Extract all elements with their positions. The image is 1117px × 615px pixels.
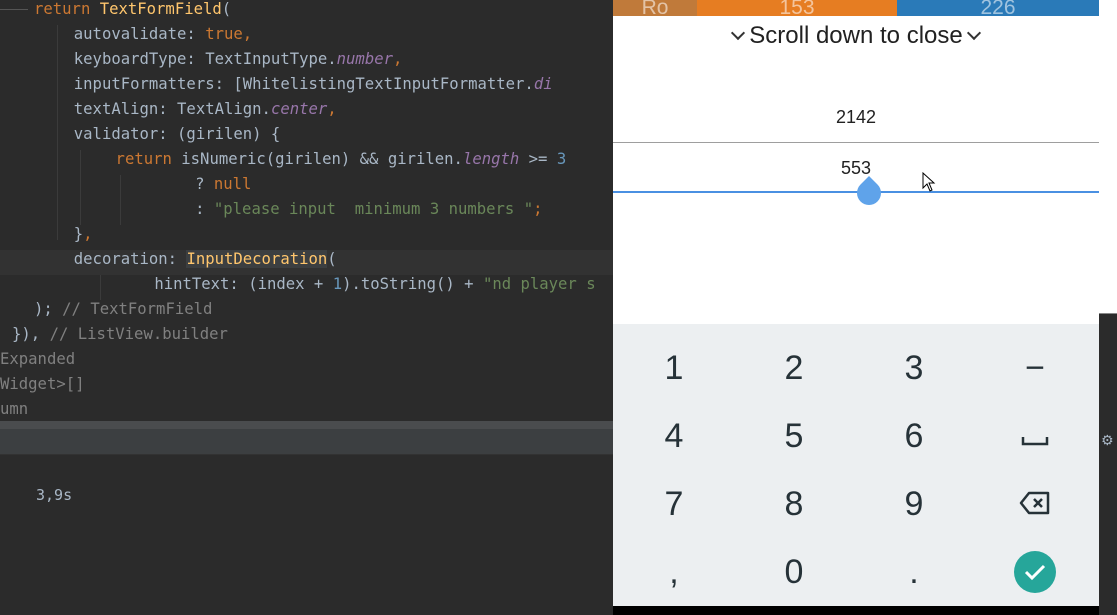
key-label: . (909, 552, 919, 591)
code-token: null (213, 175, 252, 193)
digit-key-0[interactable]: 0 (739, 542, 849, 602)
code-token: inputFormatters: [WhitelistingTextInputF… (55, 75, 534, 93)
code-token: ; (533, 200, 543, 218)
code-editor[interactable]: return TextFormField( autovalidate: true… (0, 0, 613, 421)
digit-key-7[interactable]: 7 (619, 474, 729, 534)
code-token: ); (34, 300, 63, 318)
code-token: ? (120, 175, 214, 193)
code-token: Widget>[] (0, 375, 85, 393)
code-token: number (336, 50, 393, 68)
digit-key-3[interactable]: 3 (859, 338, 969, 398)
key-label: , (669, 552, 679, 591)
chevron-down-icon (731, 25, 746, 41)
table-cell: Ro (613, 0, 697, 16)
code-token: ).toString() + (342, 275, 483, 293)
key-label: 1 (664, 348, 684, 387)
key-label: 6 (904, 416, 924, 455)
key-label: 8 (784, 484, 804, 523)
minus-key[interactable]: − (980, 338, 1090, 398)
code-token: , (393, 50, 403, 68)
space-key[interactable] (980, 406, 1090, 466)
code-token: "please input minimum 3 numbers " (213, 200, 534, 218)
player-2-input[interactable]: 553 (613, 158, 1099, 179)
run-elapsed-time: 3,9s (36, 486, 73, 504)
emulator-frame-edge (1099, 0, 1117, 314)
input-underline (613, 142, 1099, 143)
key-label: 3 (904, 348, 924, 387)
run-panel: 3,9s (0, 455, 613, 615)
digit-key-4[interactable]: 4 (619, 406, 729, 466)
key-label: 4 (664, 416, 684, 455)
code-token: , (242, 25, 253, 43)
digit-key-8[interactable]: 8 (739, 474, 849, 534)
space-icon (1021, 417, 1049, 456)
code-token: hintText: (index + (98, 275, 333, 293)
text-cursor-handle[interactable] (852, 176, 886, 210)
key-label: 9 (904, 484, 924, 523)
code-token: , (83, 225, 93, 243)
key-label: 7 (664, 484, 684, 523)
code-token: >= (519, 150, 557, 168)
code-token: : (120, 200, 214, 218)
sheet-title[interactable]: Scroll down to close (613, 22, 1099, 50)
code-token: center (270, 100, 328, 118)
comma-key[interactable]: , (619, 542, 729, 602)
code-token: di (533, 75, 553, 93)
code-token: 1 (332, 275, 343, 293)
done-key[interactable] (980, 542, 1090, 602)
emulator-screen: Ro 153 226 Scroll down to close 2142 553… (613, 0, 1099, 615)
key-label: 5 (784, 416, 804, 455)
chevron-down-icon (966, 25, 981, 41)
code-token: return (34, 0, 100, 18)
digit-key-9[interactable]: 9 (859, 474, 969, 534)
run-toolbar (0, 429, 613, 455)
gear-icon[interactable]: ⚙ (1101, 433, 1114, 449)
code-token: validator: (girilen) { (55, 125, 281, 143)
code-token: autovalidate: (55, 25, 206, 43)
period-key[interactable]: . (859, 542, 969, 602)
numeric-keyboard: 1 2 3 − 4 5 6 7 8 9, 0. (613, 324, 1099, 606)
code-token: Expanded (0, 350, 76, 368)
code-token: "nd player s (482, 275, 596, 293)
fold-marker (0, 9, 28, 10)
backspace-icon (1019, 485, 1051, 524)
code-token: 3 (556, 150, 567, 168)
code-token: TextFormField (99, 0, 222, 18)
code-token: , (327, 100, 337, 118)
sheet-title-label: Scroll down to close (749, 22, 963, 49)
key-label: − (1025, 348, 1045, 387)
table-cell: 226 (897, 0, 1099, 16)
code-token: length (462, 150, 520, 168)
background-table-row: Ro 153 226 (613, 0, 1099, 16)
code-token: decoration: (55, 250, 187, 268)
done-icon (1014, 551, 1056, 593)
backspace-key[interactable] (980, 474, 1090, 534)
code-token: textAlign: TextAlign. (55, 100, 271, 118)
code-token: }), (12, 325, 50, 343)
code-token: true (205, 25, 243, 43)
code-token: ( (221, 0, 232, 18)
digit-key-5[interactable]: 5 (739, 406, 849, 466)
digit-key-6[interactable]: 6 (859, 406, 969, 466)
player-1-input[interactable]: 2142 (613, 107, 1099, 128)
key-label: 0 (784, 552, 804, 591)
code-token: } (55, 225, 84, 243)
code-token: ( (327, 250, 337, 268)
code-token: umn (0, 400, 29, 418)
code-token: keyboardType: TextInputType. (55, 50, 337, 68)
code-token: // ListView.builder (49, 325, 228, 343)
code-token: // TextFormField (62, 300, 213, 318)
editor-scrollbar[interactable] (0, 421, 613, 429)
key-label: 2 (784, 348, 804, 387)
code-token: return (78, 150, 182, 168)
code-line[interactable]: decoration: InputDecoration( (0, 250, 613, 275)
digit-key-1[interactable]: 1 (619, 338, 729, 398)
table-cell: 153 (697, 0, 897, 16)
mouse-pointer-icon (922, 172, 936, 192)
system-nav-bar (613, 606, 1099, 615)
code-token: isNumeric(girilen) && girilen. (181, 150, 463, 168)
digit-key-2[interactable]: 2 (739, 338, 849, 398)
code-token: InputDecoration (186, 250, 328, 268)
